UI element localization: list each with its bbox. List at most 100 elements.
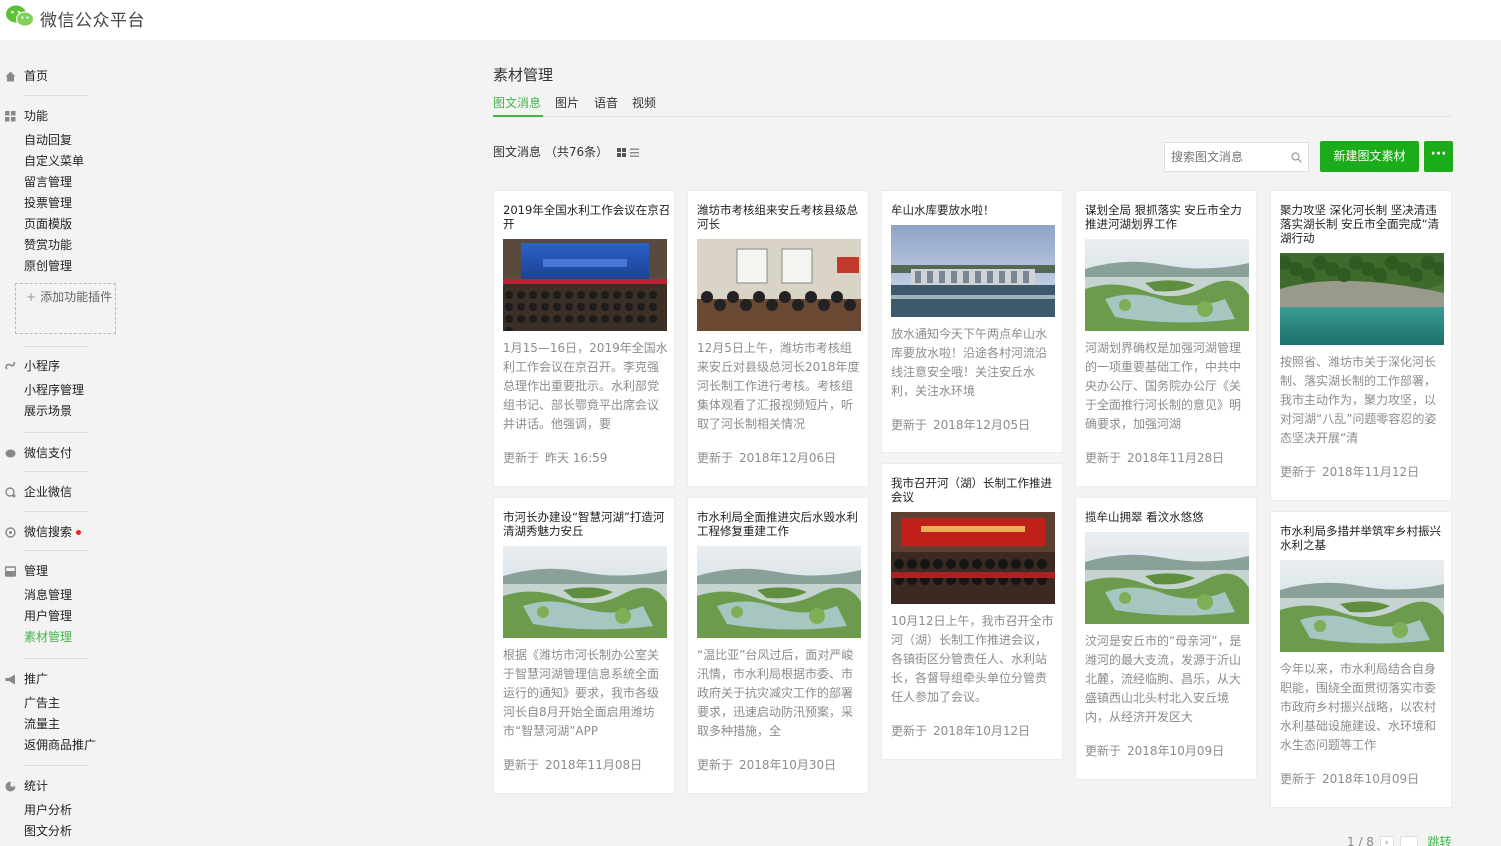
sidebar-item-label: 首页 xyxy=(24,69,49,83)
next-page-button[interactable]: › xyxy=(1379,835,1394,846)
tab-images[interactable]: 图片 xyxy=(555,94,579,111)
sidebar-item-advertiser[interactable]: 广告主 xyxy=(0,693,130,714)
card-cover-image[interactable] xyxy=(891,512,1055,604)
card-digest: “温比亚”台风过后，面对严峻汛情，市水利局根据市委、市政府关于抗灾减灾工作的部署… xyxy=(697,648,854,738)
home-icon xyxy=(5,71,16,82)
card-title[interactable]: 市河长办建设“智慧河湖”打造河清湖秀魅力安丘 xyxy=(503,510,671,538)
card-title[interactable]: 聚力攻坚 深化河长制 坚决清违 落实湖长制 安丘市全面完成“清湖行动 xyxy=(1280,203,1448,245)
wechat-logo-icon[interactable] xyxy=(5,4,35,28)
sidebar-item-wechat-pay[interactable]: 微信支付 xyxy=(0,444,130,462)
nav-group-enterprise: 企业微信 xyxy=(0,483,130,501)
divider xyxy=(24,765,89,766)
miniprogram-icon xyxy=(5,361,16,370)
updated-value: 昨天 16:59 xyxy=(545,451,608,465)
card-title[interactable]: 谋划全局 狠抓落实 安丘市全力推进河湖划界工作 xyxy=(1085,203,1253,231)
sidebar-item-commission-promo[interactable]: 返佣商品推广 xyxy=(0,735,130,756)
grid-view-icon[interactable] xyxy=(617,148,626,157)
sidebar-item-label: 企业微信 xyxy=(24,485,73,499)
updated-value: 2018年11月12日 xyxy=(1322,465,1420,479)
sidebar-item-comments[interactable]: 留言管理 xyxy=(0,172,130,193)
card-title[interactable]: 牟山水库要放水啦！ xyxy=(891,203,1059,217)
card-updated-time: 更新于 2018年11月12日 xyxy=(1280,463,1419,480)
sidebar-item-miniprogram-manage[interactable]: 小程序管理 xyxy=(0,380,130,401)
divider xyxy=(24,346,89,347)
sidebar-item-wechat-search[interactable]: 微信搜索 xyxy=(0,523,130,541)
sidebar-item-page-template[interactable]: 页面模版 xyxy=(0,214,130,235)
card-title[interactable]: 市水利局多措并举筑牢乡村振兴水利之基 xyxy=(1280,524,1448,552)
card-title[interactable]: 潍坊市考核组来安丘考核县级总河长 xyxy=(697,203,865,231)
card-cover-image[interactable] xyxy=(1280,253,1444,345)
card-updated-time: 更新于 2018年10月12日 xyxy=(891,722,1030,739)
card-cover-image[interactable] xyxy=(697,546,861,638)
top-bar: 微信公众平台 xyxy=(0,0,1501,40)
article-card[interactable]: 潍坊市考核组来安丘考核县级总河长 12月5日上午，潍坊市考核组来安丘对县级总河长2… xyxy=(687,190,869,487)
updated-value: 2018年11月08日 xyxy=(545,758,643,772)
card-cover-image[interactable] xyxy=(503,239,667,331)
sidebar-item-enterprise-wechat[interactable]: 企业微信 xyxy=(0,483,130,501)
sidebar-item-original[interactable]: 原创管理 xyxy=(0,256,130,277)
updated-prefix: 更新于 xyxy=(503,758,540,772)
list-view-icon[interactable] xyxy=(630,148,639,157)
card-updated-time: 更新于 2018年11月08日 xyxy=(503,756,642,773)
card-title[interactable]: 我市召开河（湖）长制工作推进会议 xyxy=(891,476,1059,504)
updated-prefix: 更新于 xyxy=(697,758,734,772)
card-title[interactable]: 揽牟山拥翠 看汶水悠悠 xyxy=(1085,510,1253,524)
sidebar-section-manage: 管理 xyxy=(0,562,130,580)
article-card[interactable]: 2019年全国水利工作会议在京召开 1月15—16日，2019年全国水利工作会议在… xyxy=(493,190,675,487)
card-cover-image[interactable] xyxy=(1085,532,1249,624)
sidebar-item-user-manage[interactable]: 用户管理 xyxy=(0,606,130,627)
article-card[interactable]: 牟山水库要放水啦！ 放水通知今天下午两点牟山水库要放水啦！沿途各村河流沿线注意安全… xyxy=(881,190,1063,453)
sidebar-section-label: 统计 xyxy=(24,779,49,793)
tab-audio[interactable]: 语音 xyxy=(594,94,618,111)
tab-articles[interactable]: 图文消息 xyxy=(493,94,541,111)
sidebar-item-voting[interactable]: 投票管理 xyxy=(0,193,130,214)
article-card[interactable]: 市河长办建设“智慧河湖”打造河清湖秀魅力安丘 根据《潍坊市河长制办公室关于智慧河湖… xyxy=(493,497,675,794)
search-icon[interactable] xyxy=(1291,152,1302,163)
sidebar-item-home[interactable]: 首页 xyxy=(0,67,130,85)
sidebar-item-user-analytics[interactable]: 用户分析 xyxy=(0,800,130,821)
updated-value: 2018年11月28日 xyxy=(1127,451,1225,465)
updated-prefix: 更新于 xyxy=(891,418,928,432)
updated-value: 2018年10月30日 xyxy=(739,758,837,772)
card-digest: 河湖划界确权是加强河湖管理的一项重要基础工作，中共中央办公厅、国务院办公厅《关于… xyxy=(1085,341,1242,431)
sidebar-item-auto-reply[interactable]: 自动回复 xyxy=(0,130,130,151)
page-jump-button[interactable]: 跳转 xyxy=(1427,835,1451,846)
card-cover-image[interactable] xyxy=(697,239,861,331)
sidebar-section-function: 功能 xyxy=(0,107,130,125)
article-card[interactable]: 市水利局全面推进灾后水毁水利工程修复重建工作 “温比亚”台风过后，面对严峻汛情，市… xyxy=(687,497,869,794)
add-plugin-button[interactable]: + 添加功能插件 xyxy=(15,283,116,334)
article-card[interactable]: 揽牟山拥翠 看汶水悠悠 汶河是安丘市的“母亲河”，是潍河的最大支流，发源于沂山北麓… xyxy=(1075,497,1257,780)
divider xyxy=(24,550,89,551)
manage-icon xyxy=(5,566,16,577)
sidebar-item-material-manage[interactable]: 素材管理 xyxy=(0,627,130,648)
main-content: 素材管理 图文消息 图片 语音 视频 图文消息 （共76条） 新建图文素材 ··… xyxy=(130,40,1501,846)
card-title[interactable]: 2019年全国水利工作会议在京召开 xyxy=(503,203,671,231)
pie-chart-icon xyxy=(5,781,16,792)
article-card[interactable]: 聚力攻坚 深化河长制 坚决清违 落实湖长制 安丘市全面完成“清湖行动 按照省、潍坊… xyxy=(1270,190,1452,501)
sidebar-item-publisher[interactable]: 流量主 xyxy=(0,714,130,735)
search-function-icon xyxy=(5,527,16,538)
article-card[interactable]: 谋划全局 狠抓落实 安丘市全力推进河湖划界工作河湖划界确权是加强河湖管理的一项重… xyxy=(1075,190,1257,487)
article-card[interactable]: 我市召开河（湖）长制工作推进会议 10月12日上午，我市召开全市河（湖）长制工作推… xyxy=(881,463,1063,760)
active-tab-indicator xyxy=(493,115,543,117)
article-card[interactable]: 市水利局多措并举筑牢乡村振兴水利之基 今年以来，市水利局结合自身职能，围绕全面贯彻… xyxy=(1270,511,1452,808)
card-cover-image[interactable] xyxy=(1085,239,1249,331)
more-options-button[interactable]: ··· xyxy=(1424,141,1453,172)
sidebar-item-custom-menu[interactable]: 自定义菜单 xyxy=(0,151,130,172)
nav-group-search: 微信搜索 xyxy=(0,523,130,541)
app-title[interactable]: 微信公众平台 xyxy=(40,6,145,31)
sidebar-item-display-scenes[interactable]: 展示场景 xyxy=(0,401,130,422)
sidebar-section-label: 管理 xyxy=(24,564,49,578)
sidebar-item-message-manage[interactable]: 消息管理 xyxy=(0,585,130,606)
card-cover-image[interactable] xyxy=(891,225,1055,317)
new-article-button[interactable]: 新建图文素材 xyxy=(1320,141,1419,172)
card-title[interactable]: 市水利局全面推进灾后水毁水利工程修复重建工作 xyxy=(697,510,865,538)
page-jump-input[interactable] xyxy=(1399,835,1418,846)
enterprise-wechat-icon xyxy=(5,487,16,498)
card-cover-image[interactable] xyxy=(503,546,667,638)
tab-video[interactable]: 视频 xyxy=(632,94,656,111)
card-cover-image[interactable] xyxy=(1280,560,1444,652)
search-input[interactable] xyxy=(1165,143,1285,171)
sidebar-item-reward[interactable]: 赞赏功能 xyxy=(0,235,130,256)
sidebar-item-article-analytics[interactable]: 图文分析 xyxy=(0,821,130,842)
